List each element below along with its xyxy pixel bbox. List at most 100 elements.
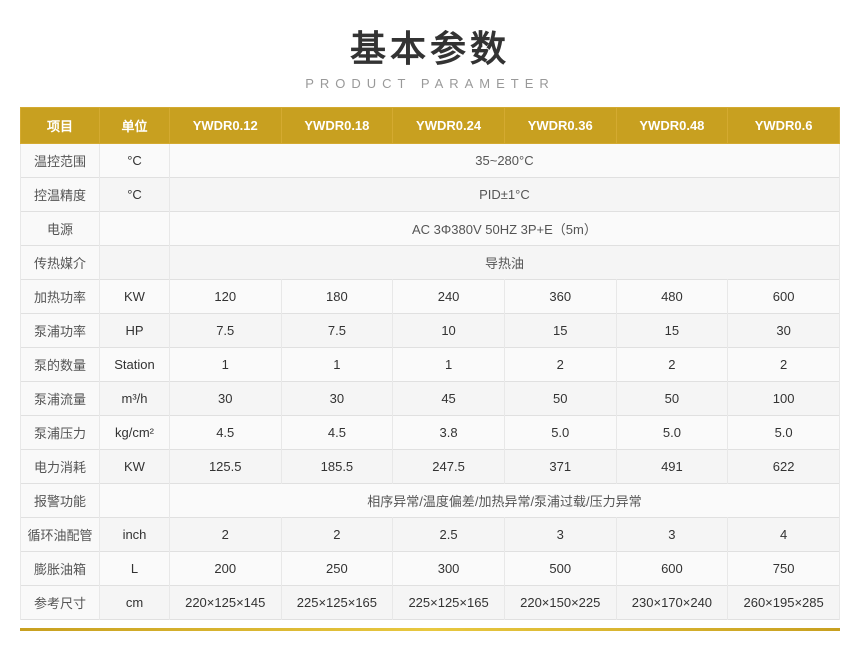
- row-cell: 15: [616, 314, 728, 348]
- row-name: 传热媒介: [21, 246, 100, 280]
- row-cell: 120: [169, 280, 281, 314]
- row-cell: 3.8: [393, 416, 505, 450]
- table-row: 电力消耗KW125.5185.5247.5371491622: [21, 450, 840, 484]
- row-unit: Station: [100, 348, 170, 382]
- row-span-value: 相序异常/温度偏差/加热异常/泵浦过载/压力异常: [169, 484, 839, 518]
- row-cell: 3: [616, 518, 728, 552]
- row-cell: 2: [504, 348, 616, 382]
- row-cell: 15: [504, 314, 616, 348]
- row-cell: 7.5: [281, 314, 393, 348]
- table-row: 循环油配管inch222.5334: [21, 518, 840, 552]
- row-cell: 50: [616, 382, 728, 416]
- table-row: 传热媒介 导热油: [21, 246, 840, 280]
- row-cell: 360: [504, 280, 616, 314]
- header-col6: YWDR0.6: [728, 108, 840, 144]
- row-span-value: 导热油: [169, 246, 839, 280]
- parameter-table: 项目 单位 YWDR0.12 YWDR0.18 YWDR0.24 YWDR0.3…: [20, 107, 840, 620]
- row-cell: 247.5: [393, 450, 505, 484]
- row-cell: 1: [281, 348, 393, 382]
- row-cell: 260×195×285: [728, 586, 840, 620]
- row-cell: 230×170×240: [616, 586, 728, 620]
- page-title: 基本参数: [350, 20, 510, 72]
- row-cell: 10: [393, 314, 505, 348]
- row-cell: 480: [616, 280, 728, 314]
- row-span-value: PID±1°C: [169, 178, 839, 212]
- table-body: 温控范围°C35~280°C控温精度°CPID±1°C电源AC 3Φ380V 5…: [21, 144, 840, 620]
- row-cell: 185.5: [281, 450, 393, 484]
- row-cell: 300: [393, 552, 505, 586]
- bottom-line: [20, 628, 840, 631]
- row-cell: 750: [728, 552, 840, 586]
- row-unit: HP: [100, 314, 170, 348]
- table-row: 温控范围°C35~280°C: [21, 144, 840, 178]
- row-cell: 2: [616, 348, 728, 382]
- row-unit: kg/cm²: [100, 416, 170, 450]
- header-unit: 单位: [100, 108, 170, 144]
- row-cell: 622: [728, 450, 840, 484]
- row-cell: 7.5: [169, 314, 281, 348]
- row-cell: 491: [616, 450, 728, 484]
- table-row: 泵的数量Station111222: [21, 348, 840, 382]
- row-cell: 180: [281, 280, 393, 314]
- row-unit: cm: [100, 586, 170, 620]
- table-row: 参考尺寸cm220×125×145225×125×165225×125×1652…: [21, 586, 840, 620]
- row-cell: 3: [504, 518, 616, 552]
- row-cell: 30: [281, 382, 393, 416]
- row-cell: 1: [393, 348, 505, 382]
- row-unit: m³/h: [100, 382, 170, 416]
- row-cell: 125.5: [169, 450, 281, 484]
- row-span-value: AC 3Φ380V 50HZ 3P+E（5m）: [169, 212, 839, 246]
- row-cell: 4: [728, 518, 840, 552]
- row-name: 循环油配管: [21, 518, 100, 552]
- row-name: 加热功率: [21, 280, 100, 314]
- row-cell: 240: [393, 280, 505, 314]
- row-name: 参考尺寸: [21, 586, 100, 620]
- table-row: 加热功率KW120180240360480600: [21, 280, 840, 314]
- row-cell: 5.0: [616, 416, 728, 450]
- row-unit: [100, 246, 170, 280]
- table-header-row: 项目 单位 YWDR0.12 YWDR0.18 YWDR0.24 YWDR0.3…: [21, 108, 840, 144]
- row-name: 膨胀油箱: [21, 552, 100, 586]
- row-unit: [100, 212, 170, 246]
- row-unit: inch: [100, 518, 170, 552]
- row-cell: 5.0: [504, 416, 616, 450]
- row-unit: °C: [100, 144, 170, 178]
- row-unit: °C: [100, 178, 170, 212]
- row-name: 温控范围: [21, 144, 100, 178]
- row-cell: 30: [728, 314, 840, 348]
- row-name: 控温精度: [21, 178, 100, 212]
- header-col3: YWDR0.24: [393, 108, 505, 144]
- row-cell: 220×150×225: [504, 586, 616, 620]
- row-cell: 50: [504, 382, 616, 416]
- row-cell: 45: [393, 382, 505, 416]
- table-wrapper: 项目 单位 YWDR0.12 YWDR0.18 YWDR0.24 YWDR0.3…: [20, 107, 840, 620]
- row-name: 泵的数量: [21, 348, 100, 382]
- row-cell: 2: [169, 518, 281, 552]
- row-cell: 1: [169, 348, 281, 382]
- table-row: 控温精度°CPID±1°C: [21, 178, 840, 212]
- row-cell: 30: [169, 382, 281, 416]
- header-col2: YWDR0.18: [281, 108, 393, 144]
- row-cell: 2: [728, 348, 840, 382]
- table-row: 报警功能 相序异常/温度偏差/加热异常/泵浦过载/压力异常: [21, 484, 840, 518]
- row-cell: 2: [281, 518, 393, 552]
- row-cell: 5.0: [728, 416, 840, 450]
- row-name: 泵浦流量: [21, 382, 100, 416]
- row-cell: 600: [616, 552, 728, 586]
- row-unit: L: [100, 552, 170, 586]
- row-cell: 200: [169, 552, 281, 586]
- row-cell: 600: [728, 280, 840, 314]
- row-span-value: 35~280°C: [169, 144, 839, 178]
- row-cell: 250: [281, 552, 393, 586]
- row-name: 泵浦功率: [21, 314, 100, 348]
- header-col1: YWDR0.12: [169, 108, 281, 144]
- row-cell: 2.5: [393, 518, 505, 552]
- row-name: 电源: [21, 212, 100, 246]
- row-unit: KW: [100, 280, 170, 314]
- row-cell: 100: [728, 382, 840, 416]
- header-col5: YWDR0.48: [616, 108, 728, 144]
- row-name: 报警功能: [21, 484, 100, 518]
- table-row: 泵浦压力kg/cm²4.54.53.85.05.05.0: [21, 416, 840, 450]
- row-cell: 500: [504, 552, 616, 586]
- table-row: 泵浦功率HP7.57.510151530: [21, 314, 840, 348]
